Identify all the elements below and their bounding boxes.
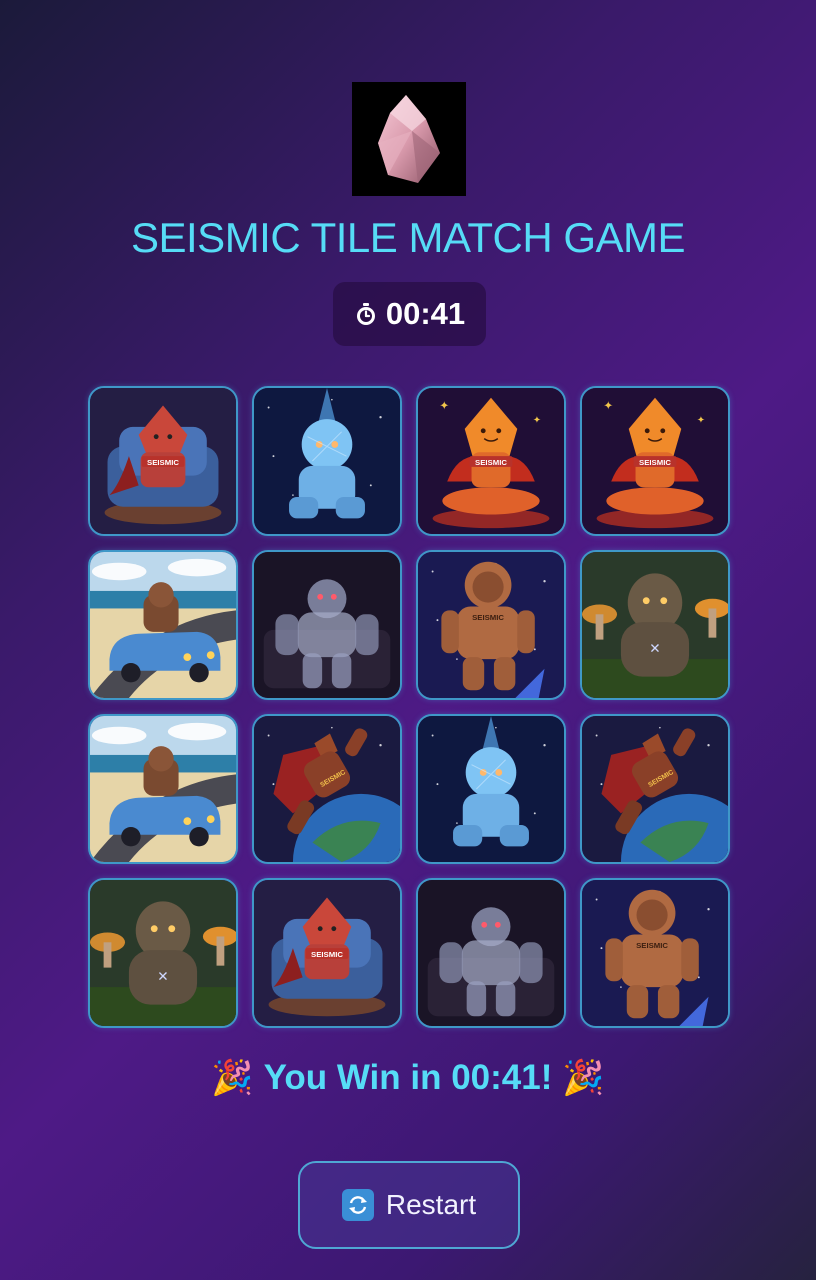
restart-label: Restart [385, 1189, 477, 1220]
tile-image: SEISMIC [582, 716, 728, 862]
tile-caption: SEISMIC [475, 458, 507, 467]
tile-image [90, 716, 236, 862]
tile-astronaut-golem[interactable]: SEISMIC [580, 878, 730, 1028]
tile-image: SEISMIC [418, 552, 564, 698]
svg-text:✦: ✦ [439, 399, 449, 412]
stopwatch-icon [354, 302, 378, 326]
tile-image: ✕ [582, 552, 728, 698]
game-title: SEISMIC TILE MATCH GAME [130, 214, 686, 261]
tile-flying-hero-earth[interactable]: SEISMIC [580, 714, 730, 864]
timer-display: 00:41 [333, 282, 486, 346]
party-popper-icon: 🎉 [562, 1059, 605, 1097]
tile-ice-crystal-golem[interactable] [252, 386, 402, 536]
tile-car-road-golem[interactable] [88, 550, 238, 700]
tile-caption: SEISMIC [311, 950, 343, 959]
tile-glass-robot-golem[interactable] [416, 878, 566, 1028]
logo [352, 82, 466, 196]
tile-glass-robot-golem[interactable] [252, 550, 402, 700]
tile-image: SEISMIC [90, 388, 236, 534]
timer-value: 00:41 [385, 296, 466, 331]
tile-image [254, 552, 400, 698]
party-popper-icon: 🎉 [211, 1059, 254, 1097]
tile-ice-crystal-golem[interactable] [416, 714, 566, 864]
tile-image: SEISMIC [254, 716, 400, 862]
tile-caption: SEISMIC [147, 458, 179, 467]
tile-image: SEISMIC [254, 880, 400, 1026]
tile-car-road-golem[interactable] [88, 714, 238, 864]
win-text: You Win in 00:41! [263, 1058, 553, 1097]
tile-grid: SEISMIC ✦ ✦ SEISMIC ✦ ✦ SEISMIC SEISMIC … [88, 386, 730, 1028]
tile-image [418, 880, 564, 1026]
tile-image: ✦ ✦ SEISMIC [418, 388, 564, 534]
tile-flying-hero-earth[interactable]: SEISMIC [252, 714, 402, 864]
tile-image [418, 716, 564, 862]
win-message: 🎉 You Win in 00:41! 🎉 [0, 1058, 816, 1098]
tile-astronaut-golem[interactable]: SEISMIC [416, 550, 566, 700]
svg-text:SEISMIC: SEISMIC [636, 941, 668, 950]
svg-text:✦: ✦ [533, 415, 541, 426]
svg-text:✦: ✦ [697, 415, 705, 426]
tile-image: ✦ ✦ SEISMIC [582, 388, 728, 534]
tile-stone-forest-golem[interactable]: ✕ [88, 878, 238, 1028]
tile-image [90, 552, 236, 698]
svg-text:SEISMIC: SEISMIC [472, 613, 504, 622]
tile-armchair-golem[interactable]: SEISMIC [88, 386, 238, 536]
tile-armchair-golem[interactable]: SEISMIC [252, 878, 402, 1028]
tile-image: ✕ [90, 880, 236, 1026]
tile-image: SEISMIC [582, 880, 728, 1026]
svg-text:✕: ✕ [157, 969, 168, 984]
tile-image [254, 388, 400, 534]
restart-button[interactable]: Restart [298, 1161, 520, 1249]
pink-crystal-logo [378, 95, 440, 183]
tile-meditating-crystal[interactable]: ✦ ✦ SEISMIC [416, 386, 566, 536]
tile-meditating-crystal[interactable]: ✦ ✦ SEISMIC [580, 386, 730, 536]
tile-caption: SEISMIC [639, 458, 671, 467]
restart-arrows-icon [341, 1189, 374, 1221]
tile-stone-forest-golem[interactable]: ✕ [580, 550, 730, 700]
svg-text:✕: ✕ [649, 641, 660, 656]
svg-text:✦: ✦ [603, 399, 613, 412]
